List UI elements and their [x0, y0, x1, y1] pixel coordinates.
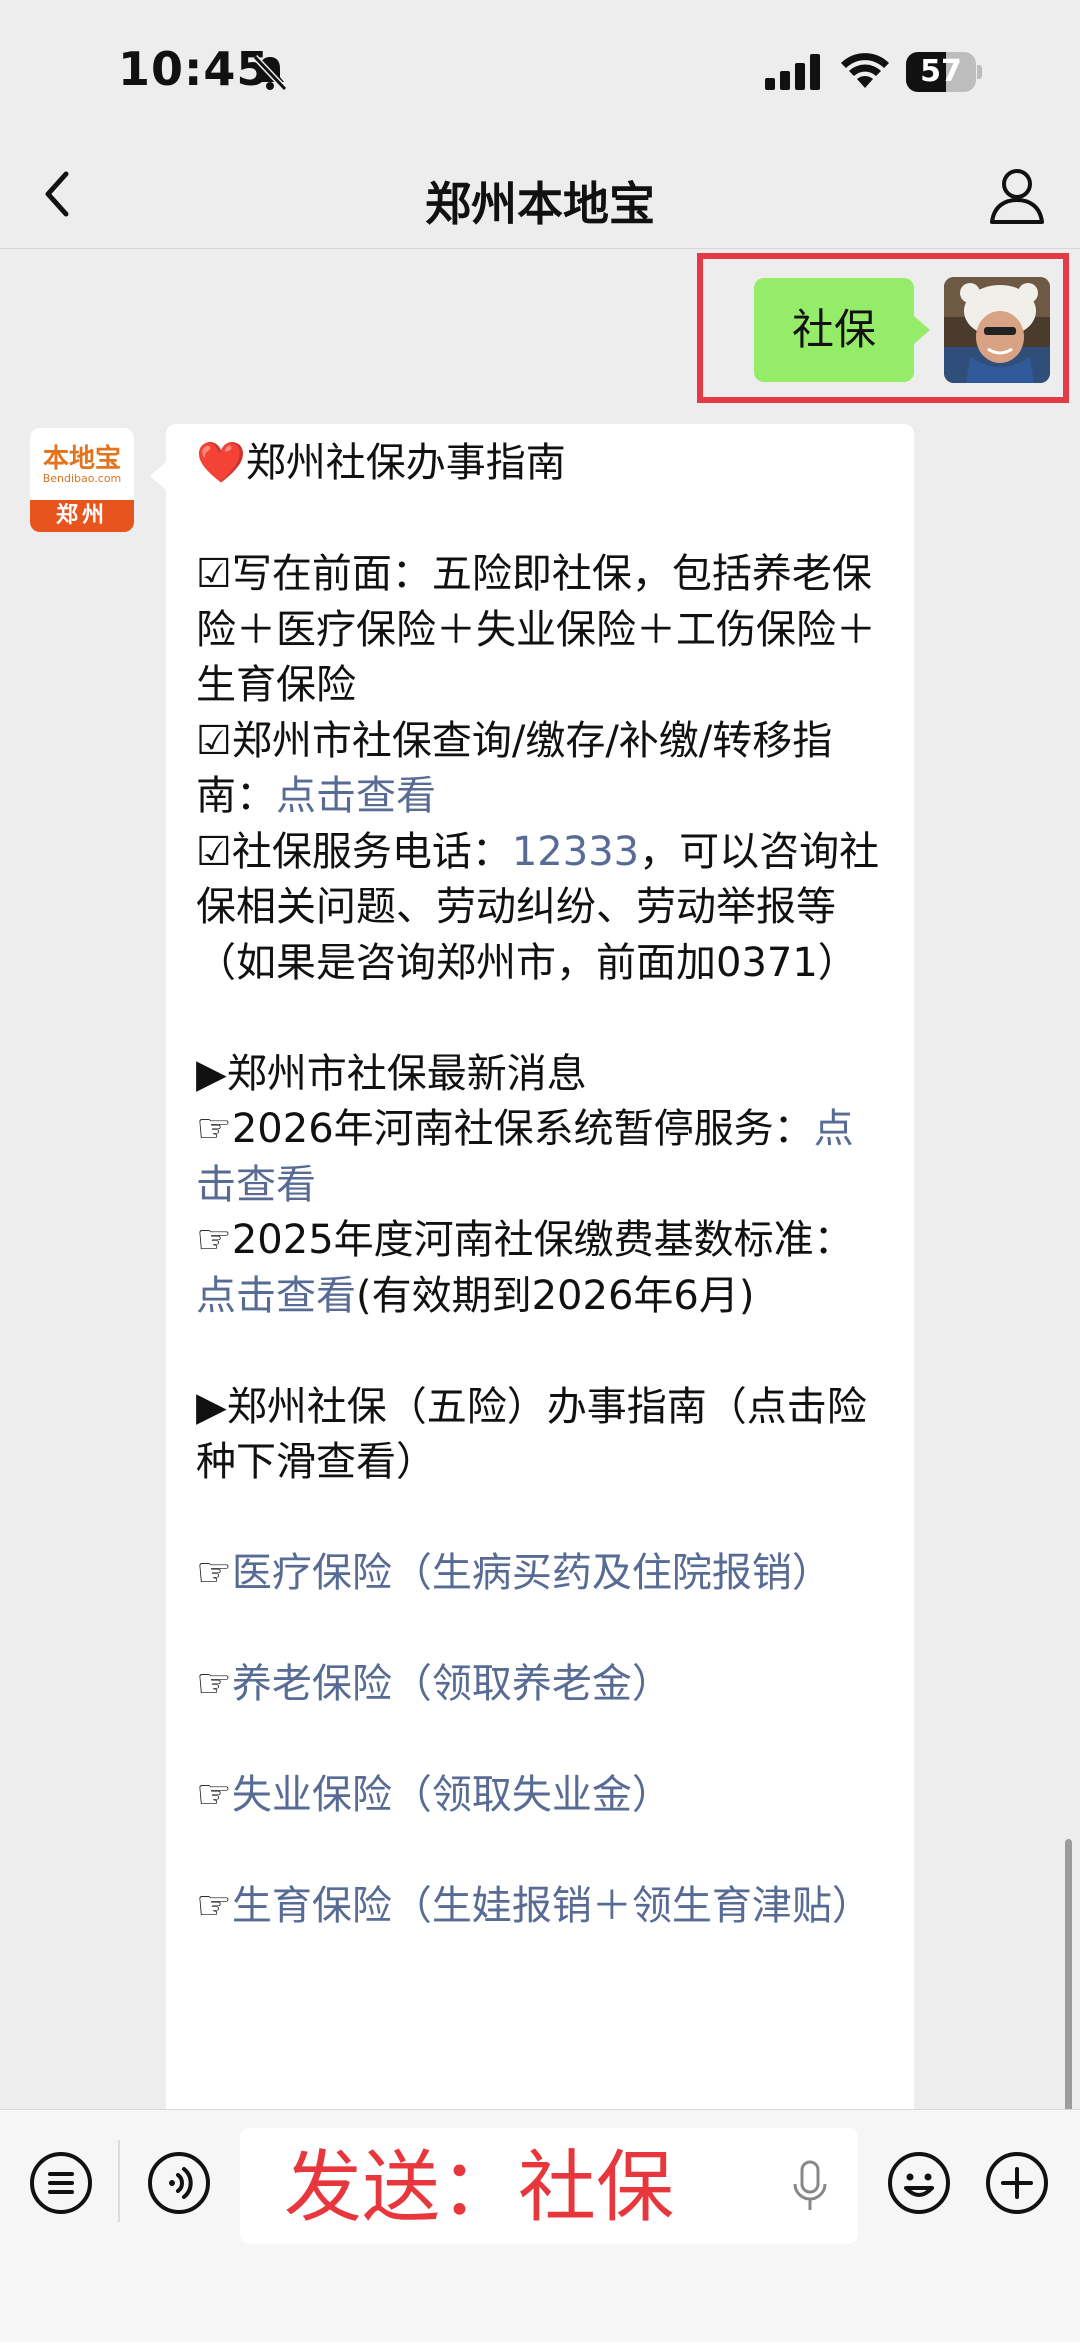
- status-time: 10:45: [118, 42, 270, 96]
- scrollbar[interactable]: [1065, 1839, 1072, 2109]
- emoji-icon[interactable]: [886, 2150, 952, 2216]
- battery-level: 57: [920, 54, 962, 89]
- chat-title: 郑州本地宝: [425, 177, 655, 231]
- bot-message-bubble: ❤️郑州社保办事指南 ☑写在前面：五险即社保，包括养老保险＋医疗保险＋失业保险＋…: [150, 424, 914, 2109]
- nav-bar: 郑州本地宝: [0, 140, 1080, 249]
- user-avatar[interactable]: [944, 277, 1050, 383]
- input-bar: 发送：社保: [0, 2109, 1080, 2342]
- menu-list-icon[interactable]: [28, 2150, 94, 2216]
- bell-off-icon: [252, 54, 288, 92]
- bot-logo-text: 本地宝: [42, 444, 121, 474]
- user-avatar-image: [944, 277, 1050, 383]
- message-link[interactable]: 养老保险（领取养老金）: [232, 1661, 672, 1707]
- message-text-segment: ☑社保服务电话：: [196, 828, 512, 875]
- add-more-icon[interactable]: [984, 2150, 1050, 2216]
- bot-logo-site: Bendibao.com: [42, 472, 122, 485]
- user-message-bubble[interactable]: 社保: [753, 278, 931, 382]
- message-text-segment: ，可以咨询社保相关问题、劳动纠纷、劳动举报等（如果是咨询郑州市，前面加0371）…: [196, 828, 880, 1153]
- input-divider: [118, 2140, 120, 2222]
- bot-message-text: ❤️郑州社保办事指南 ☑写在前面：五险即社保，包括养老保险＋医疗保险＋失业保险＋…: [196, 436, 882, 1935]
- message-text-segment: ☞: [196, 1661, 232, 1707]
- message-text-segment: ☞: [196, 1772, 232, 1818]
- profile-icon[interactable]: [984, 162, 1050, 228]
- status-bar: 10:45 57: [0, 0, 1080, 140]
- bot-logo-city: 郑州: [30, 500, 134, 532]
- message-text-segment: (有效期到2026年6月) ▶郑州社保（五险）办事指南（点击险种下滑查看） ☞: [196, 1272, 867, 1597]
- mic-icon[interactable]: [790, 2160, 830, 2212]
- message-link[interactable]: 医疗保险（生病买药及住院报销）: [232, 1550, 832, 1596]
- cellular-signal-icon: [765, 54, 820, 90]
- voice-input-icon[interactable]: [146, 2150, 212, 2216]
- message-link[interactable]: 12333: [512, 829, 639, 875]
- battery-indicator: 57: [906, 52, 982, 92]
- bot-avatar[interactable]: 本地宝 Bendibao.com 郑州: [30, 428, 134, 532]
- bot-logo-top: 本地宝 Bendibao.com: [30, 428, 134, 498]
- message-text-segment: ☞: [196, 1883, 232, 1929]
- message-link[interactable]: 点击查看: [276, 773, 436, 819]
- message-link[interactable]: 生育保险（生娃报销＋领生育津贴）: [232, 1883, 872, 1929]
- message-link[interactable]: 点击查看: [196, 1273, 356, 1319]
- message-link[interactable]: 失业保险（领取失业金）: [232, 1772, 672, 1818]
- send-instruction-text: 发送：社保: [284, 2143, 675, 2233]
- message-text-segment: ☞2025年度河南社保缴费基数标准：: [196, 1217, 854, 1263]
- battery-body: 57: [906, 52, 976, 92]
- wifi-icon: [841, 53, 889, 88]
- battery-cap: [977, 65, 982, 79]
- message-input[interactable]: 发送：社保: [240, 2128, 858, 2244]
- message-text-segment: ❤️郑州社保办事指南 ☑写在前面：五险即社保，包括养老保险＋医疗保险＋失业保险＋…: [196, 440, 876, 819]
- chat-area[interactable]: 社保 本地宝 Bendibao.com 郑州 ❤️郑州社保办事指南 ☑写在前面：…: [0, 249, 1080, 2109]
